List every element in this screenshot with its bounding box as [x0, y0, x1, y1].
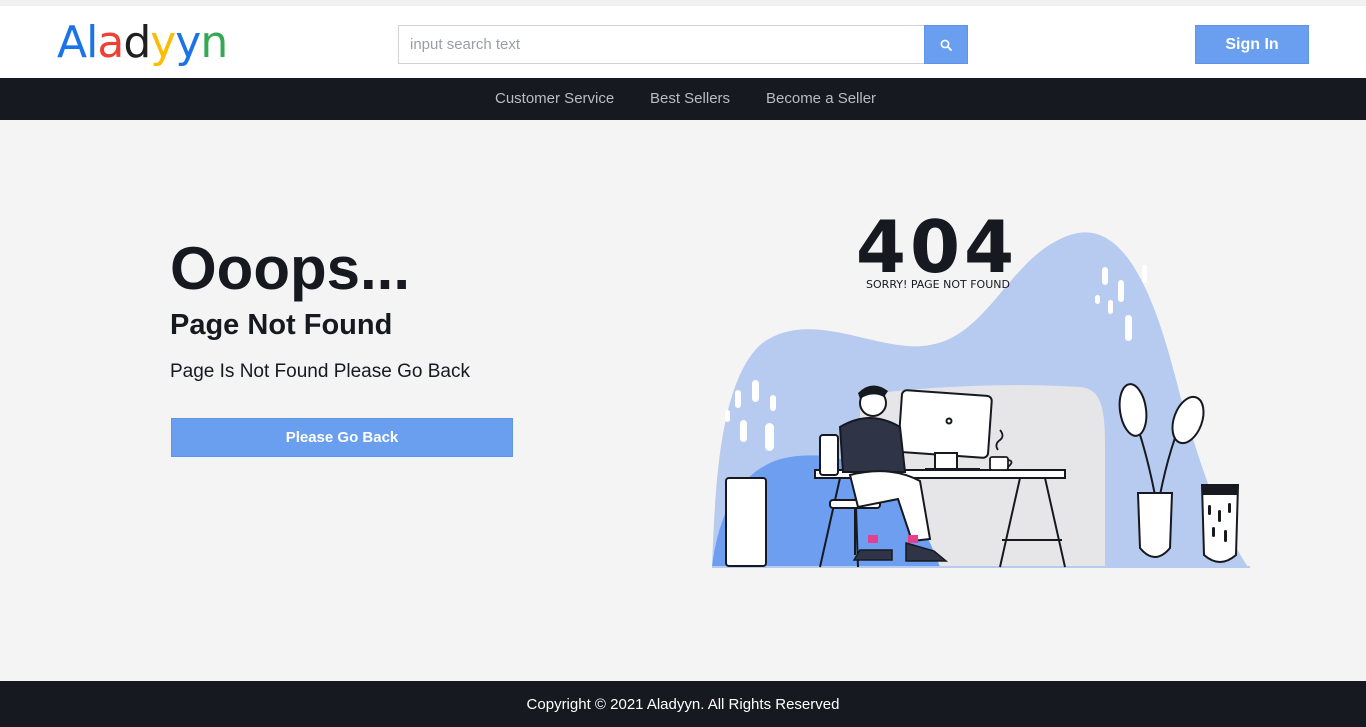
error-caption: SORRY! PAGE NOT FOUND [866, 278, 1010, 291]
go-back-button[interactable]: Please Go Back [171, 418, 513, 457]
error-headline: Ooops... [170, 235, 410, 302]
logo-letter: n [200, 17, 228, 68]
nav-item-customer-service[interactable]: Customer Service [495, 78, 614, 120]
logo-letter: l [86, 17, 98, 68]
error-code: 404 [856, 205, 1018, 289]
search-bar [398, 25, 968, 64]
logo-letter: A [57, 17, 87, 68]
logo-letter: y [150, 17, 176, 68]
pc-tower [725, 477, 767, 567]
copyright-text: Copyright © 2021 Aladyyn. All Rights Res… [526, 695, 840, 713]
site-footer: Copyright © 2021 Aladyyn. All Rights Res… [0, 681, 1366, 727]
main-nav: Customer Service Best Sellers Become a S… [0, 78, 1366, 120]
logo-letter: d [123, 17, 151, 68]
nav-item-become-a-seller[interactable]: Become a Seller [766, 78, 876, 120]
nav-item-best-sellers[interactable]: Best Sellers [650, 78, 730, 120]
site-header: Aladyyn Sign In [0, 6, 1366, 78]
error-subtitle: Page Not Found [170, 309, 393, 341]
search-input[interactable] [398, 25, 925, 64]
logo-letter: y [175, 17, 201, 68]
error-message: Page Is Not Found Please Go Back [170, 361, 470, 382]
search-icon [940, 39, 952, 51]
site-logo[interactable]: Aladyyn [57, 17, 228, 69]
404-illustration: 404 SORRY! PAGE NOT FOUND [712, 205, 1250, 568]
logo-letter: a [97, 17, 124, 68]
vase [1200, 484, 1240, 563]
search-button[interactable] [924, 25, 968, 64]
sign-in-button[interactable]: Sign In [1195, 25, 1309, 64]
